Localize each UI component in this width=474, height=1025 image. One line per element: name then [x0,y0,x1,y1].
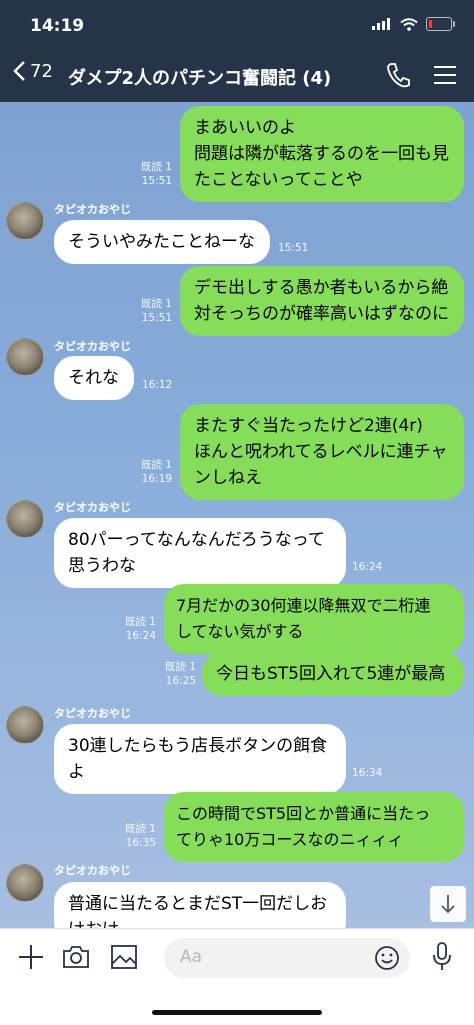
message-bubble-other[interactable]: そういやみたことねーな [54,220,270,264]
message-line: てりゃ10万コースなのニィィィ [176,830,404,849]
arrow-down-icon [441,895,455,914]
chevron-left-icon [13,61,25,81]
image-icon[interactable] [111,945,137,969]
message-line: 思うわな [68,556,136,576]
status-time: 14:19 [30,16,85,36]
message-meta: 既読 1 16:25 [142,660,196,688]
message-line: デモ出しする愚か者もいるから絶 [194,278,449,298]
timestamp: 16:19 [141,473,172,485]
avatar[interactable] [6,338,44,376]
message-line: 普通に当たるとまだST一回だしお [68,894,328,914]
message-bubble-mine[interactable]: またすぐ当たったけど2連(4r) ほんと呪われてるレベルに連チャ ンしねえ [180,404,464,500]
microphone-icon[interactable] [432,942,452,972]
sender-name: タピオカおやじ [54,203,131,216]
plus-icon[interactable] [18,944,44,970]
timestamp: 15:51 [278,242,309,254]
message-line: 対そっちのが確率高いはずなのに [194,304,449,324]
message-bubble-other[interactable]: それな [54,356,134,400]
message-bubble-mine[interactable]: 今日もST5回入れて5連が最高 [202,652,464,696]
message-line: 今日もST5回入れて5連が最高 [216,664,446,684]
message-text-field[interactable] [178,946,362,968]
message-line: してない気がする [176,622,304,641]
phone-icon[interactable] [386,62,410,88]
message-line: そういやみたことねーな [68,232,255,252]
message-meta: 既読 1 16:35 [104,822,156,850]
timestamp: 16:24 [352,561,383,573]
message-line: よ [68,762,85,782]
camera-icon[interactable] [62,945,90,969]
unread-count: 72 [30,60,53,82]
sender-name: タピオカおやじ [54,864,131,877]
message-bubble-other[interactable]: 80パーってなんなんだろうなって 思うわな [54,518,346,588]
message-meta: 既読 1 15:51 [120,160,172,188]
chat-title: ダメプ2人のパチンコ奮闘記 (4) [68,68,332,89]
message-line: またすぐ当たったけど2連(4r) [194,416,423,436]
message-bubble-other[interactable]: 30連したらもう店長ボタンの餌食 よ [54,724,346,794]
message-meta: 既読 1 16:19 [120,458,172,486]
chat-area[interactable]: まあいいのよ 問題は隣が転落するのを一回も見 たことないってことや 既読 1 1… [0,102,474,928]
read-receipt: 既読 1 [140,298,172,310]
battery-icon [426,17,455,31]
header-bar: 14:19 72 ダメプ2人のパチンコ奮闘記 (4) [0,0,474,102]
message-line: けおけ [68,917,332,928]
message-bubble-mine[interactable]: この時間でST5回とか普通に当たっ てりゃ10万コースなのニィィィ [164,792,464,862]
home-indicator [152,1010,322,1015]
avatar[interactable] [6,864,44,902]
message-bubble-other[interactable]: 普通に当たるとまだST一回だしお けおけ [54,882,346,928]
hamburger-icon[interactable] [434,66,456,84]
message-input[interactable] [164,938,410,978]
message-line: まあいいのよ [194,118,296,138]
smiley-icon[interactable] [374,945,400,971]
timestamp: 16:34 [352,767,383,779]
timestamp: 16:12 [142,379,173,391]
message-line: ほんと呪われてるレベルに連チャ [194,442,448,462]
message-line: それな [68,368,119,388]
read-receipt: 既読 1 [140,459,172,471]
avatar[interactable] [6,500,44,538]
message-line: 7月だかの30何連以降無双で二桁連 [176,596,431,615]
message-line: この時間でST5回とか普通に当たっ [176,804,431,823]
message-meta: 既読 1 16:24 [104,615,156,643]
wifi-icon [400,17,418,31]
timestamp: 16:25 [165,675,196,687]
timestamp: 16:24 [125,630,156,642]
message-line: 30連したらもう店長ボタンの餌食 [68,736,328,756]
avatar[interactable] [6,706,44,744]
read-receipt: 既読 1 [164,661,196,673]
read-receipt: 既読 1 [124,823,156,835]
message-line: ンしねえ [194,468,262,488]
read-receipt: 既読 1 [124,616,156,628]
message-line: たことないってことや [194,170,363,190]
message-meta: 既読 1 15:51 [120,297,172,325]
timestamp: 15:51 [141,312,172,324]
cellular-signal-icon [372,18,390,30]
sender-name: タピオカおやじ [54,707,131,720]
status-icons [372,17,455,31]
sender-name: タピオカおやじ [54,340,131,353]
timestamp: 15:51 [141,175,172,187]
message-line: 問題は隣が転落するのを一回も見 [194,144,449,164]
message-bubble-mine[interactable]: 7月だかの30何連以降無双で二桁連 してない気がする [164,584,464,654]
read-receipt: 既読 1 [140,161,172,173]
message-line: 80パーってなんなんだろうなって [68,530,325,550]
message-bubble-mine[interactable]: デモ出しする愚か者もいるから絶 対そっちのが確率高いはずなのに [180,266,464,336]
message-bubble-mine[interactable]: まあいいのよ 問題は隣が転落するのを一回も見 たことないってことや [180,106,464,202]
back-button[interactable]: 72 [12,60,53,82]
avatar[interactable] [6,202,44,240]
timestamp: 16:35 [125,837,156,849]
scroll-to-bottom-button[interactable] [430,886,466,922]
sender-name: タピオカおやじ [54,501,131,514]
